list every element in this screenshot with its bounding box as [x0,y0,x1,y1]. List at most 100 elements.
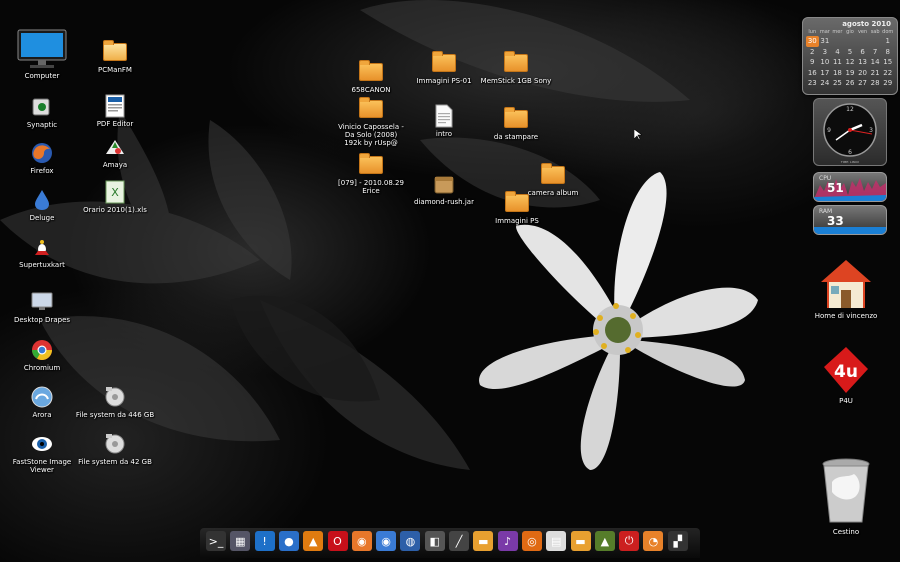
calendar-day[interactable]: 16 [806,68,819,79]
desktop-icon-arora[interactable]: Arora [2,385,82,419]
icon-label: P4U [839,397,853,405]
dock-item[interactable]: ▲ [594,531,615,551]
dock-item[interactable]: ▬ [473,531,494,551]
desktop-icon-pdf-editor[interactable]: PDF Editor [75,94,155,128]
desktop-icon-desktop-drapes[interactable]: Desktop Drapes [2,290,82,324]
calendar-day[interactable]: 20 [856,68,869,79]
dock-item[interactable]: ▞ [667,531,688,551]
calendar-day[interactable]: 28 [869,78,882,89]
desktop-icon-home[interactable]: Home di vincenzo [806,258,886,320]
icon-label: Cestino [832,528,860,536]
desktop-icon-658canon[interactable]: 658CANON [331,60,411,94]
desktop-icon-deluge[interactable]: Deluge [2,188,82,222]
desktop-icon-immagini-ps-01[interactable]: Immagini PS-01 [404,51,484,85]
desktop-icon-immagini-ps[interactable]: Immagini PS [477,191,557,225]
calendar-day[interactable]: 7 [869,47,882,58]
dock-item[interactable]: ⏻ [619,531,640,551]
calendar-day[interactable]: 15 [881,57,894,68]
desktop-icon-p4u[interactable]: 4u P4U [806,345,886,405]
icon-label: Chromium [23,364,61,372]
calendar-widget[interactable]: agosto 2010 lun mar mer gio ven sab dom 30 31 1 2 3… [802,17,898,95]
calendar-day[interactable]: 23 [806,78,819,89]
desktop-icon-memstick[interactable]: MemStick 1GB Sony [476,51,556,85]
dock-item[interactable]: ! [254,531,275,551]
dock-item[interactable]: ▤ [546,531,567,551]
desktop-icon-vinicio[interactable]: Vinicio Capossela - Da Solo (2008) 192k … [336,97,406,147]
calendar-day[interactable]: 21 [869,68,882,79]
calendar-day[interactable]: 19 [844,68,857,79]
dock-item[interactable]: ● [278,531,299,551]
icon-label: Deluge [29,214,55,222]
calendar-day[interactable]: 6 [856,47,869,58]
dock-item[interactable]: ▬ [570,531,591,551]
dock-item[interactable]: >_ [206,531,226,551]
icon-label: File system da 446 GB [75,411,155,419]
dock-item[interactable]: ╱ [449,531,469,551]
dock-item[interactable]: ◧ [424,531,445,551]
dock-item[interactable]: ◍ [400,531,421,551]
dock-item[interactable]: ▦ [230,531,251,551]
home-icon [819,258,873,310]
calendar-day[interactable]: 25 [831,78,844,89]
dock-item[interactable]: ◉ [351,531,372,551]
desktop-icon-pcmanfm[interactable]: PCManFM [75,40,155,74]
pdf-icon [101,94,129,118]
calendar-day[interactable]: 30 [806,36,819,47]
calendar-day[interactable]: 2 [806,47,819,58]
calendar-day[interactable]: 14 [869,57,882,68]
svg-text:3: 3 [869,127,873,134]
desktop-icon-chromium[interactable]: Chromium [2,338,82,372]
calendar-day[interactable]: 24 [819,78,832,89]
desktop-icon-orario[interactable]: X Orario 2010(1).xls [75,180,155,214]
desktop-icon-intro[interactable]: intro [404,104,484,138]
rss-icon: ◔ [648,534,659,548]
clock-widget[interactable]: 12 3 6 9 TIME: LINUX [813,98,887,166]
pen-icon: ╱ [455,534,463,548]
calendar-day[interactable]: 18 [831,68,844,79]
cpu-meter: CPU 51 [813,172,887,202]
desktop-icon-erice[interactable]: [079] - 2010.08.29 Erice [331,153,411,195]
desktop-icon-da-stampare[interactable]: da stampare [476,107,556,141]
calendar-day[interactable]: 17 [819,68,832,79]
calendar-day[interactable]: 5 [844,47,857,58]
icon-label: MemStick 1GB Sony [480,77,552,85]
desktop-icon-amaya[interactable]: Amaya [75,135,155,169]
calendar-day[interactable]: 29 [881,78,894,89]
desktop-icon-trash[interactable]: Cestino [806,456,886,536]
drive-icon [101,385,129,409]
calendar-day[interactable]: 10 [819,57,832,68]
desktop-icon-firefox[interactable]: Firefox [2,141,82,175]
terminal-icon: >_ [208,534,224,548]
dock-item[interactable]: ◉ [376,531,397,551]
desktop-icon-drive-42[interactable]: File system da 42 GB [75,432,155,466]
calendar-day[interactable]: 3 [819,47,832,58]
vlc-icon: ▲ [308,534,318,548]
dock-item[interactable]: ▲ [303,531,324,551]
drive-icon [101,432,129,456]
calendar-day[interactable]: 13 [856,57,869,68]
desktop-icon-drive-446[interactable]: File system da 446 GB [75,385,155,419]
desktop-icon-computer[interactable]: Computer [2,28,82,80]
desktop-icon-synaptic[interactable]: Synaptic [2,95,82,129]
calendar-day[interactable]: 27 [856,78,869,89]
icon-label: Orario 2010(1).xls [83,206,147,214]
calendar-day[interactable]: 31 [819,36,832,47]
desktop-icon-faststone[interactable]: FastStone Image Viewer [2,432,82,474]
dock-item[interactable]: ◔ [643,531,664,551]
calendar-day[interactable]: 26 [844,78,857,89]
calendar-day[interactable]: 11 [831,57,844,68]
dock-item[interactable]: ♪ [497,531,518,551]
ram-value: 33 [827,214,844,228]
calendar-day[interactable]: 8 [881,47,894,58]
deluge-icon [28,188,56,212]
calendar-day[interactable]: 4 [831,47,844,58]
desktop-icon-diamond-rush[interactable]: diamond-rush.jar [404,172,484,206]
dock-item[interactable]: ◎ [521,531,542,551]
calendar-day[interactable]: 1 [881,36,894,47]
calendar-day[interactable]: 12 [844,57,857,68]
dock-item[interactable]: O [327,531,348,551]
photos-icon: ▲ [600,534,610,548]
calendar-day[interactable]: 9 [806,57,819,68]
desktop-icon-supertuxkart[interactable]: Supertuxkart [2,235,82,269]
calendar-day[interactable]: 22 [881,68,894,79]
